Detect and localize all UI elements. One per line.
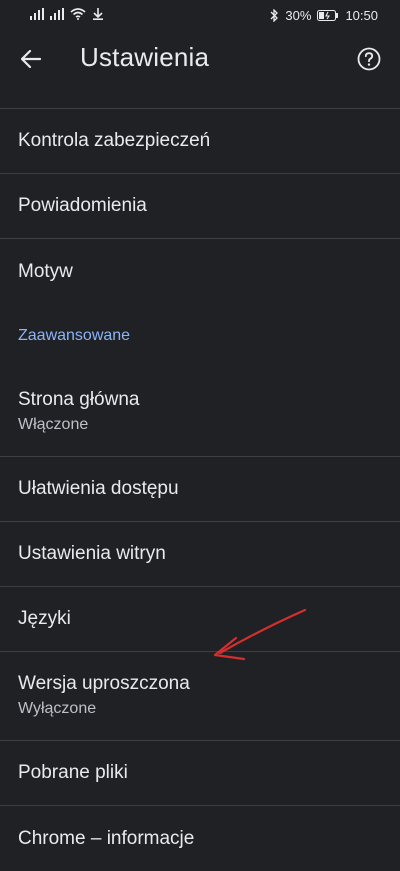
settings-item-subtitle: Włączone bbox=[18, 416, 89, 433]
status-left bbox=[30, 7, 104, 23]
settings-item-title: Powiadomienia bbox=[18, 195, 147, 216]
download-icon bbox=[92, 7, 104, 23]
clock: 10:50 bbox=[345, 7, 378, 23]
signal-icon bbox=[30, 7, 44, 23]
settings-item-lite-mode[interactable]: Wersja uproszczona Wyłączone bbox=[0, 652, 400, 741]
settings-item-title: Wersja uproszczona bbox=[18, 673, 190, 694]
settings-item-theme[interactable]: Motyw bbox=[0, 239, 400, 304]
settings-item-title: Motyw bbox=[18, 260, 73, 282]
settings-item-title: Pobrane pliki bbox=[18, 762, 128, 783]
bluetooth-icon bbox=[270, 8, 279, 22]
signal-icon-2 bbox=[50, 7, 64, 23]
settings-item-title: Ustawienia witryn bbox=[18, 543, 166, 564]
settings-item-site-settings[interactable]: Ustawienia witryn bbox=[0, 522, 400, 587]
settings-item-safety-check[interactable]: Kontrola zabezpieczeń bbox=[0, 109, 400, 174]
settings-item-accessibility[interactable]: Ułatwienia dostępu bbox=[0, 457, 400, 522]
arrow-back-icon bbox=[20, 49, 42, 73]
wifi-icon bbox=[70, 7, 86, 23]
page-title: Ustawienia bbox=[80, 42, 210, 72]
settings-item-homepage[interactable]: Strona główna Włączone bbox=[0, 368, 400, 457]
help-button[interactable] bbox=[352, 44, 386, 78]
settings-item-about-chrome[interactable]: Chrome – informacje bbox=[0, 806, 400, 871]
status-right: 30% 10:50 bbox=[270, 8, 378, 23]
settings-item-downloads[interactable]: Pobrane pliki bbox=[0, 741, 400, 806]
settings-item-title: Kontrola zabezpieczeń bbox=[18, 130, 211, 151]
settings-item-title: Chrome – informacje bbox=[18, 827, 195, 849]
settings-item-languages[interactable]: Języki bbox=[0, 587, 400, 652]
status-bar: 30% 10:50 bbox=[0, 0, 400, 30]
help-circle-icon bbox=[357, 47, 381, 76]
settings-item-title: Języki bbox=[18, 608, 71, 629]
battery-percent: 30% bbox=[285, 7, 312, 23]
settings-list: Kontrola zabezpieczeń Powiadomienia Moty… bbox=[0, 108, 400, 871]
app-bar: Ustawienia bbox=[0, 30, 400, 90]
back-button[interactable] bbox=[14, 44, 48, 78]
settings-item-title: Strona główna bbox=[18, 389, 140, 410]
battery-icon bbox=[317, 9, 339, 21]
settings-item-title: Ułatwienia dostępu bbox=[18, 478, 179, 499]
settings-item-notifications[interactable]: Powiadomienia bbox=[0, 174, 400, 239]
section-header-advanced: Zaawansowane bbox=[18, 327, 131, 344]
settings-item-subtitle: Wyłączone bbox=[18, 700, 97, 717]
